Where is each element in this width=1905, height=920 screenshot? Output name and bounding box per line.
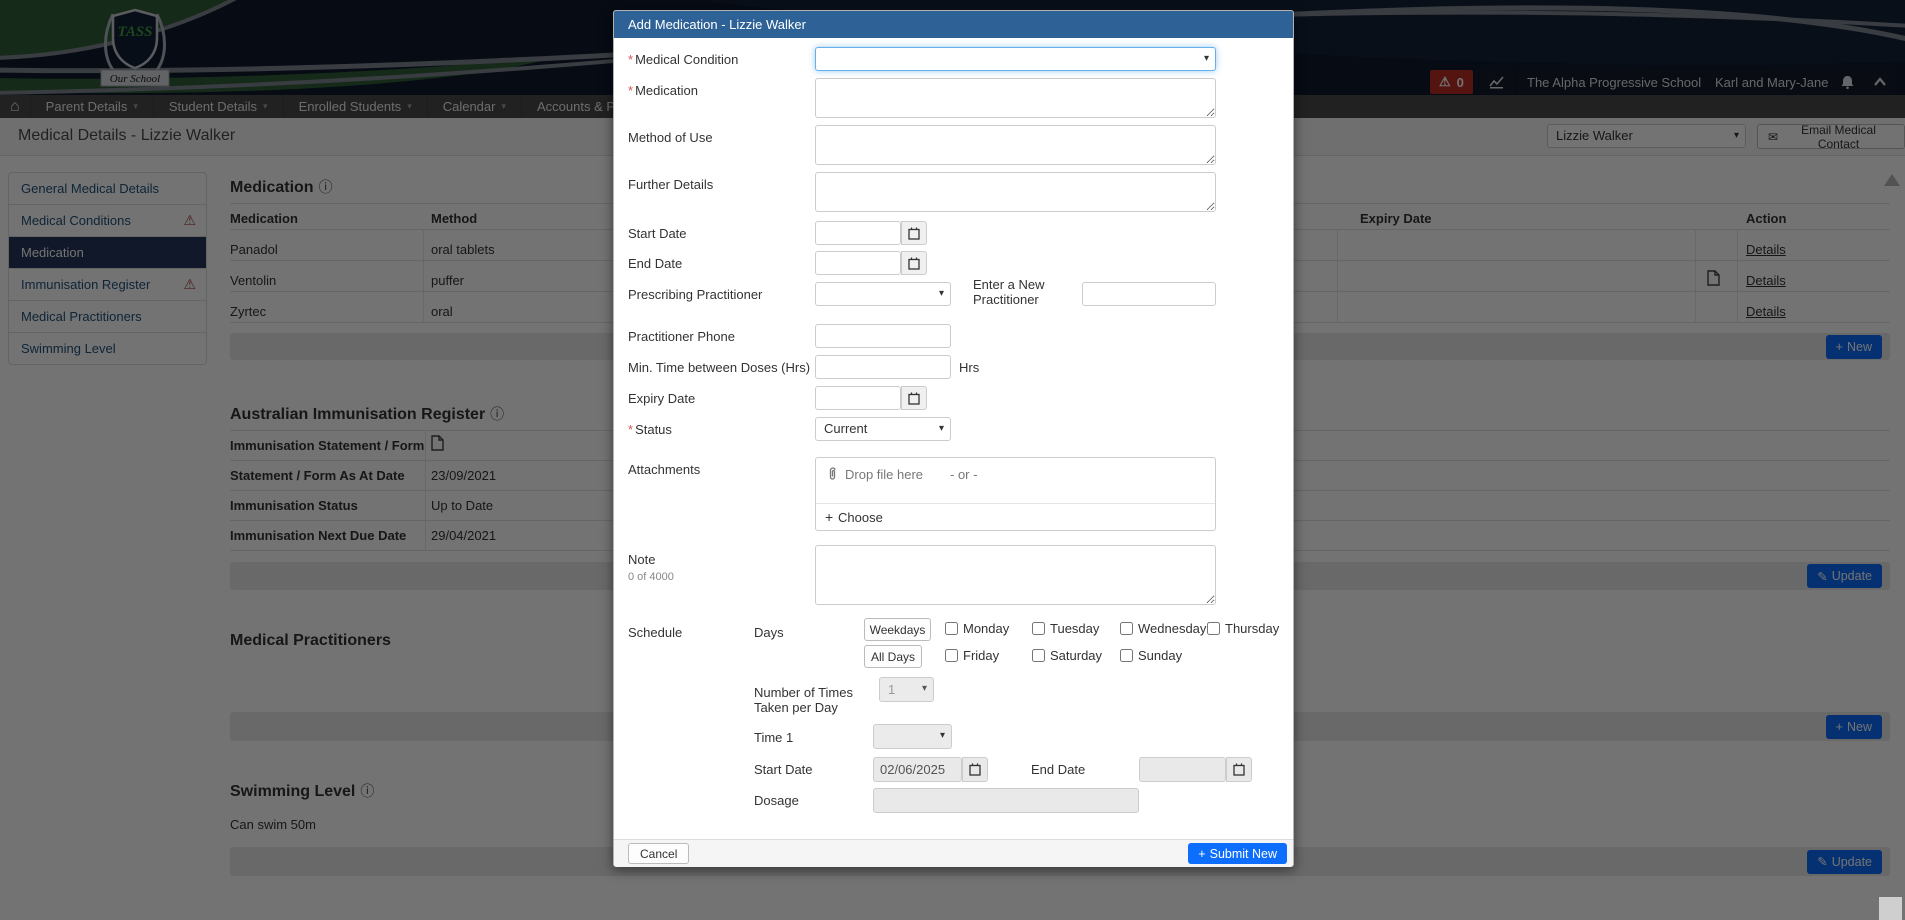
new-practitioner-input[interactable] (1082, 282, 1216, 306)
practitioner-phone-input[interactable] (815, 324, 951, 348)
chevron-down-icon: ▾ (1204, 48, 1209, 70)
day-checkbox-friday[interactable]: Friday (945, 648, 999, 663)
drop-file-text: Drop file here (845, 467, 923, 482)
day-label: Monday (963, 621, 1009, 636)
expiry-date-input[interactable] (815, 386, 901, 410)
chevron-down-icon: ▾ (939, 418, 944, 440)
day-label: Thursday (1225, 621, 1279, 636)
required-asterisk: * (628, 52, 633, 67)
calendar-icon (969, 763, 981, 776)
day-label: Friday (963, 648, 999, 663)
end-date-label: End Date (628, 256, 813, 271)
scrollbar-corner (1879, 897, 1902, 920)
schedule-end-date-calendar-button[interactable] (1226, 757, 1252, 782)
min-time-input[interactable] (815, 355, 951, 379)
chevron-down-icon: ▾ (940, 725, 945, 747)
required-asterisk: * (628, 422, 633, 437)
checkbox[interactable] (1207, 622, 1220, 635)
checkbox[interactable] (1032, 649, 1045, 662)
further-details-textarea[interactable] (815, 172, 1216, 212)
weekdays-button[interactable]: Weekdays (864, 618, 931, 641)
practitioner-phone-label: Practitioner Phone (628, 329, 813, 344)
method-of-use-textarea[interactable] (815, 125, 1216, 165)
note-char-counter: 0 of 4000 (628, 571, 813, 583)
expiry-date-label: Expiry Date (628, 391, 813, 406)
start-date-label: Start Date (628, 226, 813, 241)
submit-new-button[interactable]: + Submit New (1188, 843, 1287, 864)
chevron-down-icon: ▾ (939, 283, 944, 305)
further-details-label: Further Details (628, 177, 813, 192)
day-checkbox-wednesday[interactable]: Wednesday (1120, 621, 1206, 636)
checkbox[interactable] (945, 622, 958, 635)
day-checkbox-tuesday[interactable]: Tuesday (1032, 621, 1099, 636)
schedule-start-date-input[interactable] (873, 757, 962, 782)
min-time-label: Min. Time between Doses (Hrs) (628, 360, 828, 375)
day-label: Saturday (1050, 648, 1102, 663)
status-label: *Status (628, 422, 813, 437)
status-select[interactable]: Current ▾ (815, 417, 951, 441)
add-medication-modal: Add Medication - Lizzie Walker *Medical … (613, 10, 1294, 867)
start-date-input[interactable] (815, 221, 901, 245)
attachments-dropzone[interactable]: Drop file here - or - + Choose (815, 457, 1216, 531)
dosage-label: Dosage (754, 793, 866, 808)
calendar-icon (1233, 763, 1245, 776)
end-date-calendar-button[interactable] (901, 251, 927, 275)
day-checkbox-monday[interactable]: Monday (945, 621, 1009, 636)
day-checkbox-sunday[interactable]: Sunday (1120, 648, 1182, 663)
time1-label: Time 1 (754, 730, 866, 745)
paperclip-icon (825, 467, 839, 482)
choose-button-label: Choose (838, 510, 883, 525)
plus-icon: + (1198, 847, 1205, 861)
times-per-day-select: 1 ▾ (879, 677, 934, 702)
medication-textarea[interactable] (815, 78, 1216, 118)
calendar-icon (908, 257, 920, 270)
all-days-button[interactable]: All Days (864, 645, 922, 668)
checkbox[interactable] (1120, 622, 1133, 635)
calendar-icon (908, 227, 920, 240)
chevron-down-icon: ▾ (922, 678, 927, 700)
expiry-date-calendar-button[interactable] (901, 386, 927, 410)
cancel-button[interactable]: Cancel (628, 843, 689, 864)
submit-button-label: Submit New (1210, 847, 1277, 861)
time1-select[interactable]: ▾ (873, 724, 952, 749)
plus-icon: + (825, 509, 833, 525)
times-per-day-value: 1 (888, 682, 895, 697)
medical-condition-select[interactable]: ▾ (815, 47, 1216, 71)
prescribing-practitioner-label: Prescribing Practitioner (628, 287, 813, 302)
note-textarea[interactable] (815, 545, 1216, 605)
schedule-start-date-label: Start Date (754, 762, 866, 777)
day-label: Sunday (1138, 648, 1182, 663)
day-label: Wednesday (1138, 621, 1206, 636)
method-of-use-label: Method of Use (628, 130, 813, 145)
dosage-input[interactable] (873, 788, 1139, 813)
or-text: - or - (950, 467, 977, 482)
checkbox[interactable] (1120, 649, 1133, 662)
calendar-icon (908, 392, 920, 405)
schedule-end-date-label: End Date (1031, 762, 1085, 777)
modal-footer: Cancel + Submit New (614, 839, 1293, 867)
start-date-calendar-button[interactable] (901, 221, 927, 245)
attachments-label: Attachments (628, 462, 813, 477)
status-select-value: Current (824, 421, 867, 436)
day-label: Tuesday (1050, 621, 1099, 636)
hrs-suffix: Hrs (959, 360, 979, 375)
modal-title: Add Medication - Lizzie Walker (614, 11, 1293, 38)
schedule-start-date-calendar-button[interactable] (962, 757, 988, 782)
note-label: Note (628, 552, 813, 567)
choose-file-button[interactable]: + Choose (816, 503, 1215, 531)
checkbox[interactable] (945, 649, 958, 662)
day-checkbox-saturday[interactable]: Saturday (1032, 648, 1102, 663)
checkbox[interactable] (1032, 622, 1045, 635)
prescribing-practitioner-select[interactable]: ▾ (815, 282, 951, 306)
times-per-day-label: Number of Times Taken per Day (754, 685, 866, 715)
end-date-input[interactable] (815, 251, 901, 275)
required-asterisk: * (628, 83, 633, 98)
enter-new-practitioner-label: Enter a New Practitioner (973, 277, 1079, 307)
schedule-end-date-input[interactable] (1139, 757, 1226, 782)
day-checkbox-thursday[interactable]: Thursday (1207, 621, 1279, 636)
medical-condition-label: *Medical Condition (628, 52, 813, 67)
medication-label: *Medication (628, 83, 813, 98)
days-label: Days (754, 625, 866, 640)
